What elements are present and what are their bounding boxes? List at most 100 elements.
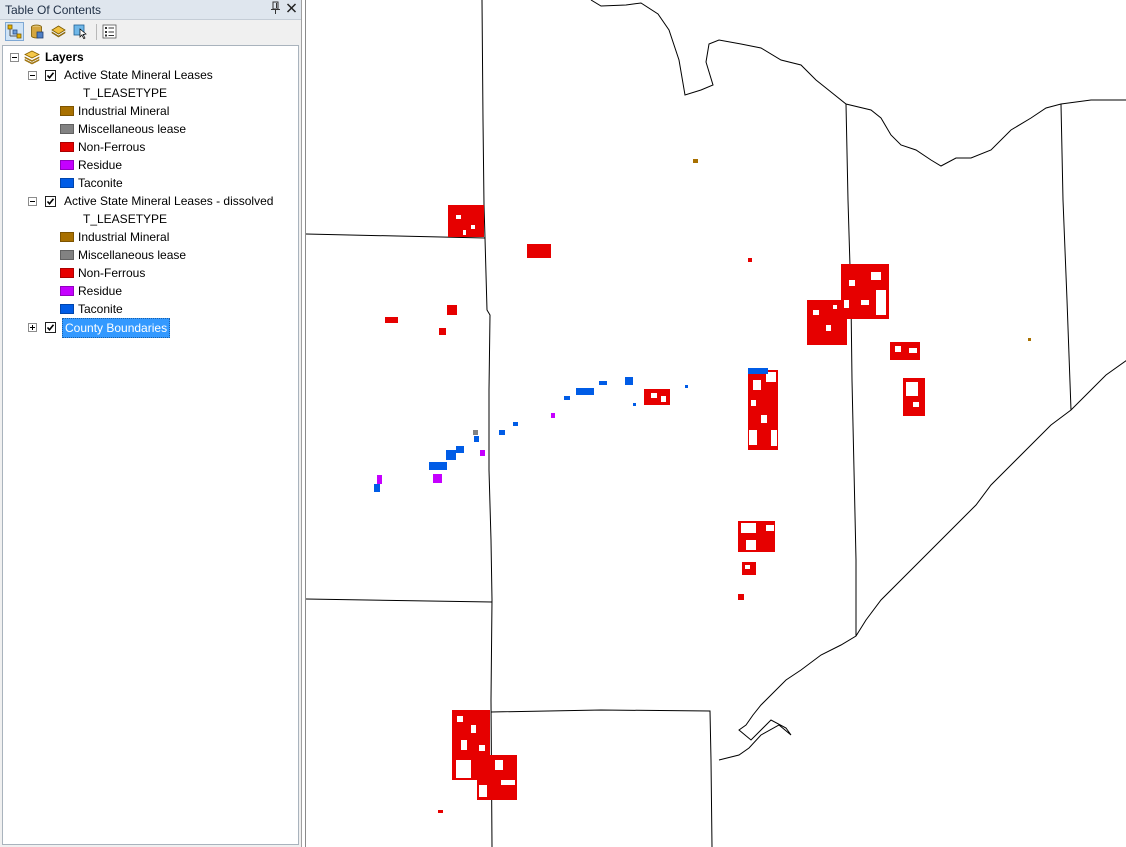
lease-polygon-taconite	[429, 462, 447, 470]
legend-class-label: Residue	[78, 284, 123, 298]
lease-polygon-industrial-mineral	[1028, 338, 1031, 341]
map-canvas[interactable]	[306, 0, 1126, 847]
layers-root-row[interactable]: Layers	[3, 48, 293, 66]
legend-swatch-residue[interactable]	[60, 160, 74, 170]
lease-polygon-taconite	[564, 396, 570, 400]
lease-polygon-taconite	[499, 430, 505, 435]
layer-row-active-state-mineral-leases[interactable]: Active State Mineral Leases	[3, 66, 293, 84]
layer-visibility-checkbox[interactable]	[45, 70, 56, 81]
lease-polygon-non-ferrous	[438, 810, 443, 813]
legend-swatch-residue[interactable]	[60, 286, 74, 296]
lease-polygon-non-ferrous	[439, 328, 446, 335]
field-heading: T_LEASETYPE	[3, 210, 293, 228]
legend-class-row[interactable]: Residue	[3, 282, 293, 300]
county-boundary-line	[845, 103, 857, 636]
lease-polygon-taconite	[446, 450, 456, 460]
lease-polygon-non-ferrous	[527, 244, 551, 258]
legend-class-row[interactable]: Taconite	[3, 300, 293, 318]
collapse-icon[interactable]	[10, 53, 19, 62]
lease-polygon-residue	[551, 413, 555, 418]
legend-class-row[interactable]: Taconite	[3, 174, 293, 192]
layer-row-active-state-mineral-leases-dissolved[interactable]: Active State Mineral Leases - dissolved	[3, 192, 293, 210]
lease-polygon-taconite	[513, 422, 518, 426]
county-boundary-line	[306, 598, 493, 603]
legend-swatch-industrial-mineral[interactable]	[60, 232, 74, 242]
lease-polygon-non-ferrous	[385, 317, 398, 323]
legend-class-label: Miscellaneous lease	[78, 248, 187, 262]
lease-polygon-non-ferrous	[748, 258, 752, 262]
layer-tree: Layers Active State Mineral Leases T_LEA…	[2, 45, 299, 845]
legend-swatch-industrial-mineral[interactable]	[60, 106, 74, 116]
options-icon[interactable]	[100, 22, 119, 41]
layer-name[interactable]: County Boundaries	[62, 318, 171, 338]
county-boundary-line	[1060, 103, 1072, 411]
layer-name[interactable]: Active State Mineral Leases - dissolved	[64, 192, 273, 210]
list-by-visibility-icon[interactable]	[49, 22, 68, 41]
expand-icon[interactable]	[28, 323, 37, 332]
legend-class-label: Industrial Mineral	[78, 104, 170, 118]
legend-class-label: Residue	[78, 158, 123, 172]
mineral-leases-layer	[374, 159, 1031, 813]
legend-class-row[interactable]: Industrial Mineral	[3, 102, 293, 120]
lease-polygon-taconite	[748, 368, 768, 374]
lease-polygon-taconite	[599, 381, 607, 385]
field-name: T_LEASETYPE	[83, 86, 168, 100]
legend-class-label: Taconite	[78, 176, 123, 190]
legend-swatch-non-ferrous[interactable]	[60, 142, 74, 152]
legend-swatch-taconite[interactable]	[60, 178, 74, 188]
legend-class-label: Non-Ferrous	[78, 266, 146, 280]
lease-polygon-non-ferrous	[738, 594, 744, 600]
lease-polygon-taconite	[625, 377, 633, 385]
field-heading: T_LEASETYPE	[3, 84, 293, 102]
layer-name[interactable]: Active State Mineral Leases	[64, 66, 213, 84]
list-by-selection-icon[interactable]	[71, 22, 90, 41]
lease-polygon-residue	[433, 474, 442, 483]
legend-class-label: Industrial Mineral	[78, 230, 170, 244]
legend-swatch-taconite[interactable]	[60, 304, 74, 314]
lease-polygon-miscellaneous	[473, 430, 478, 435]
legend-class-row[interactable]: Miscellaneous lease	[3, 120, 293, 138]
legend-swatch-non-ferrous[interactable]	[60, 268, 74, 278]
lease-polygon-non-ferrous	[447, 305, 457, 315]
toc-title: Table Of Contents	[5, 3, 102, 17]
shoreline-line	[718, 360, 1126, 761]
list-by-source-icon[interactable]	[27, 22, 46, 41]
legend-swatch-miscellaneous-lease[interactable]	[60, 124, 74, 134]
layer-visibility-checkbox[interactable]	[45, 322, 56, 333]
layer-visibility-checkbox[interactable]	[45, 196, 56, 207]
county-boundary-line	[490, 709, 713, 847]
lease-polygon-taconite	[633, 403, 636, 406]
toc-titlebar: Table Of Contents	[0, 0, 301, 20]
lease-polygon-taconite	[576, 388, 594, 395]
close-icon[interactable]	[286, 1, 297, 18]
lease-polygon-residue	[480, 450, 485, 456]
legend-swatch-miscellaneous-lease[interactable]	[60, 250, 74, 260]
lease-polygon-taconite	[685, 385, 688, 388]
country-border-line	[590, 0, 1126, 167]
layers-root-label: Layers	[45, 50, 84, 64]
legend-class-row[interactable]: Non-Ferrous	[3, 264, 293, 282]
collapse-icon[interactable]	[28, 197, 37, 206]
field-name: T_LEASETYPE	[83, 212, 168, 226]
legend-class-row[interactable]: Non-Ferrous	[3, 138, 293, 156]
collapse-icon[interactable]	[28, 71, 37, 80]
toc-toolbar	[0, 20, 301, 45]
list-by-drawing-order-icon[interactable]	[5, 22, 24, 41]
lease-polygon-industrial-mineral	[693, 159, 698, 163]
toolbar-separator	[96, 24, 97, 40]
lease-polygon-residue	[377, 475, 382, 484]
legend-class-row[interactable]: Miscellaneous lease	[3, 246, 293, 264]
legend-class-label: Miscellaneous lease	[78, 122, 187, 136]
legend-class-label: Non-Ferrous	[78, 140, 146, 154]
lease-polygon-taconite	[374, 484, 380, 492]
lease-polygon-taconite	[456, 446, 464, 453]
table-of-contents-panel: Table Of Contents Layers Active State Mi…	[0, 0, 302, 847]
layer-row-county-boundaries[interactable]: County Boundaries	[3, 318, 293, 338]
legend-class-row[interactable]: Residue	[3, 156, 293, 174]
map-display[interactable]	[305, 0, 1126, 847]
legend-class-label: Taconite	[78, 302, 123, 316]
lease-polygon-taconite	[474, 436, 479, 442]
county-boundaries-layer	[306, 0, 1126, 847]
pin-icon[interactable]	[270, 1, 281, 18]
legend-class-row[interactable]: Industrial Mineral	[3, 228, 293, 246]
